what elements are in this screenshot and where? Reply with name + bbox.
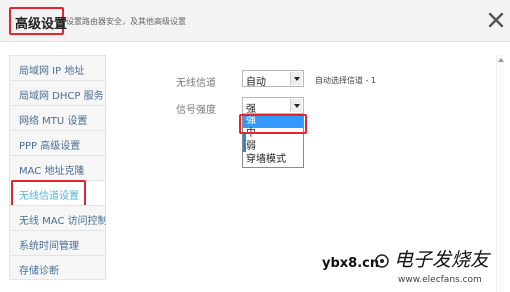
watermark-brand: 电子发烧友: [394, 249, 491, 271]
channel-hint: 自动选择信道 - 1: [315, 76, 377, 85]
chevron-down-icon[interactable]: [290, 99, 302, 112]
sidebar-item-system-time[interactable]: 系统时间管理: [9, 230, 106, 255]
channel-select[interactable]: 自动: [242, 70, 304, 88]
channel-label: 无线信道: [176, 78, 216, 89]
signal-strength-select[interactable]: 强: [242, 97, 304, 115]
sidebar-nav: 局域网 IP 地址 局域网 DHCP 服务 网络 MTU 设置 PPP 高级设置…: [9, 55, 108, 280]
close-icon[interactable]: [485, 9, 507, 31]
sidebar-item-ppp[interactable]: PPP 高级设置: [9, 130, 106, 155]
watermark-site: www.elecfans.com: [398, 275, 482, 285]
page-subtitle: 设置路由器安全，及其他高级设置: [66, 17, 186, 26]
dropdown-focus-mark: [243, 132, 246, 152]
sidebar-item-wireless-channel[interactable]: 无线信道设置: [9, 180, 106, 209]
dropdown-option-weak[interactable]: 弱: [243, 141, 303, 154]
dropdown-highlight-box: [239, 114, 307, 134]
dialog-header: 高级设置 设置路由器安全，及其他高级设置: [0, 0, 510, 42]
page-title: 高级设置: [15, 17, 68, 32]
scroll-up-arrow-icon[interactable]: [498, 58, 504, 62]
dropdown-option-wall-penetration[interactable]: 穿墙模式: [243, 154, 303, 167]
sidebar-item-storage-diagnosis[interactable]: 存储诊断: [9, 255, 106, 280]
signal-strength-label: 信号强度: [176, 105, 216, 116]
channel-select-value: 自动: [246, 77, 266, 88]
watermark-url: ybx8.cn: [322, 256, 379, 271]
watermark-logo-dot-icon: [380, 259, 384, 263]
site-watermark: ybx8.cn 电子发烧友 www.elecfans.com: [322, 249, 491, 285]
sidebar-item-lan-dhcp[interactable]: 局域网 DHCP 服务: [9, 80, 106, 105]
sidebar-item-lan-ip[interactable]: 局域网 IP 地址: [9, 55, 106, 80]
sidebar-item-mac-clone[interactable]: MAC 地址克隆: [9, 155, 106, 180]
sidebar-item-wireless-mac-control[interactable]: 无线 MAC 访问控制: [9, 205, 108, 230]
chevron-down-icon[interactable]: [290, 72, 302, 85]
sidebar-item-mtu[interactable]: 网络 MTU 设置: [9, 105, 106, 130]
